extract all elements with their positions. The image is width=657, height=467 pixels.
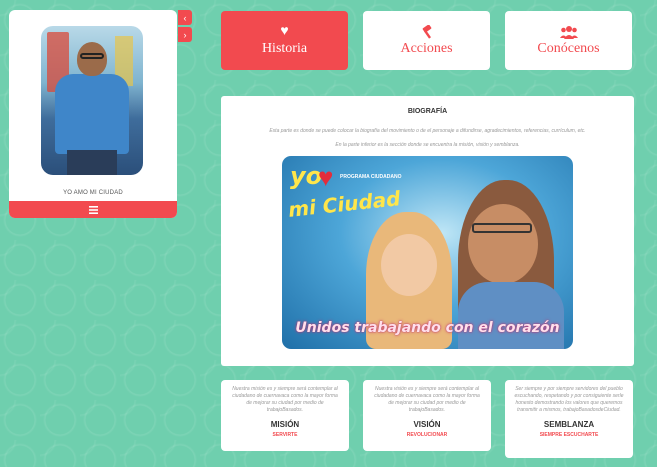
slider-prev-button[interactable]: ‹	[178, 10, 192, 25]
nav-acciones[interactable]: Acciones	[363, 11, 490, 70]
chevron-right-icon: ›	[183, 29, 187, 40]
semblanza-subtitle: SIEMPRE ESCUCHARTE	[539, 432, 599, 438]
heart-icon: ♥	[280, 23, 289, 39]
users-icon	[559, 25, 578, 39]
gavel-icon	[422, 24, 431, 39]
nav-conocenos-label: Conócenos	[537, 40, 600, 56]
hamburger-icon	[88, 205, 98, 214]
vision-card: Nuestra visión es y siempre será contemp…	[363, 380, 491, 451]
bio-text-1: Esta parte es donde se puede colocar la …	[269, 128, 586, 134]
semblanza-card: Ser siempre y por siempre servidores del…	[505, 380, 633, 458]
slider-next-button[interactable]: ›	[178, 27, 192, 42]
heart-logo-icon: ♥	[318, 162, 334, 192]
bio-title: BIOGRAFÍA	[407, 108, 448, 115]
nav-acciones-label: Acciones	[400, 40, 453, 56]
nav-conocenos[interactable]: Conócenos	[505, 11, 632, 70]
vision-title: VISIÓN	[413, 420, 441, 429]
nav-historia-label: Historia	[261, 40, 308, 56]
profile-caption: YO AMO MI CIUDAD	[63, 190, 123, 196]
vision-subtitle: REVOLUCIONAR	[406, 432, 448, 438]
profile-photo	[41, 26, 143, 175]
semblanza-text: Ser siempre y por siempre servidores del…	[514, 386, 624, 413]
profile-menu-button[interactable]	[9, 201, 177, 218]
semblanza-title: SEMBLANZA	[543, 420, 595, 429]
mission-subtitle: SERVIRTE	[272, 432, 298, 438]
mission-title: MISIÓN	[270, 420, 300, 429]
banner-slogan: Unidos trabajando con el corazón	[295, 320, 560, 336]
campaign-banner: yo ♥ PROGRAMA CIUDADANO mi Ciudad Unidos…	[282, 156, 573, 349]
chevron-left-icon: ‹	[183, 12, 187, 23]
mission-card: Nuestra misión es y siempre será contemp…	[221, 380, 349, 451]
profile-card: YO AMO MI CIUDAD	[9, 10, 177, 218]
banner-logo-tag: PROGRAMA CIUDADANO	[340, 174, 402, 180]
vision-text: Nuestra visión es y siempre será contemp…	[374, 386, 480, 413]
mission-text: Nuestra misión es y siempre será contemp…	[232, 386, 338, 413]
bio-text-2: En la parte inferior es la sección donde…	[335, 142, 520, 148]
bio-panel: BIOGRAFÍA Esta parte es donde se puede c…	[221, 96, 634, 366]
nav-historia[interactable]: ♥ Historia	[221, 11, 348, 70]
banner-logo-ciudad: mi Ciudad	[287, 186, 402, 222]
